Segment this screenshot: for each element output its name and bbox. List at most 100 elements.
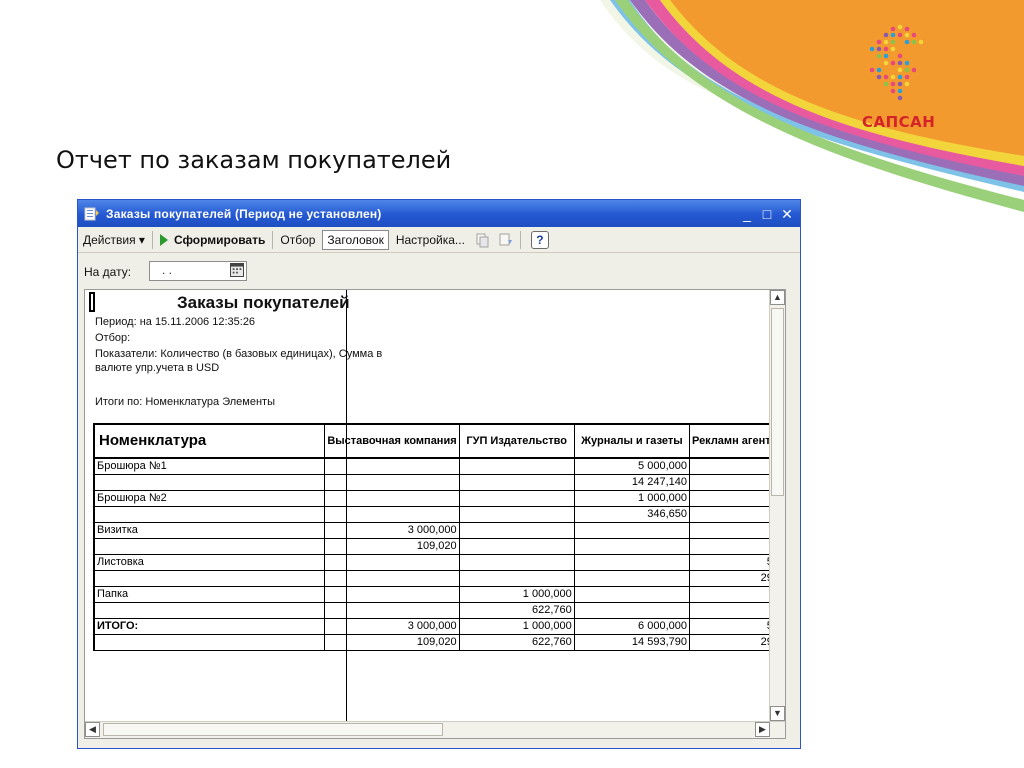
table-cell: 14 247,140	[573, 473, 690, 491]
maximize-button[interactable]: □	[758, 205, 776, 223]
table-cell	[573, 537, 690, 555]
actions-menu[interactable]: Действия ▾	[78, 230, 150, 250]
report-icon	[84, 207, 99, 220]
close-button[interactable]: ✕	[778, 205, 796, 223]
report-period: Период: на 15.11.2006 12:35:26	[95, 316, 256, 328]
column-header: Журналы и газеты	[573, 423, 690, 459]
row-label: Листовка	[93, 553, 326, 571]
toolbar-divider	[272, 230, 274, 249]
logo-text: САПСАН	[862, 113, 936, 131]
table-row: 109,020622,76014 593,79029 9	[93, 633, 785, 651]
generate-button[interactable]: Сформировать	[155, 230, 270, 250]
play-icon	[159, 233, 168, 246]
table-header-row: Номенклатура Выставочная компания ГУП Изда…	[93, 423, 785, 459]
toolbar-divider	[519, 230, 521, 249]
table-cell: 5 000,000	[573, 457, 690, 475]
table-row: Папка 1 000,000	[93, 585, 785, 603]
table-cell: 109,020	[324, 537, 460, 555]
row-label	[93, 505, 326, 523]
filter-button[interactable]: Отбор	[275, 230, 320, 250]
calendar-icon[interactable]	[230, 263, 244, 277]
row-label: Брошюра №2	[93, 489, 326, 507]
table-cell: 6 000,000	[573, 617, 690, 635]
table-row: Визитка 3 000,000	[93, 521, 785, 539]
settings-button[interactable]: Настройка...	[391, 230, 470, 250]
table-cell	[458, 569, 575, 587]
row-label: Визитка	[93, 521, 326, 539]
minimize-button[interactable]: _	[738, 205, 756, 223]
table-cell: 1 000,000	[458, 585, 575, 603]
table-cell	[458, 537, 575, 555]
report-table: Номенклатура Выставочная компания ГУП Изда…	[93, 423, 785, 651]
table-row: Листовка5 0	[93, 553, 785, 571]
table-cell	[458, 473, 575, 491]
header-toggle-button[interactable]: Заголовок	[322, 229, 389, 250]
table-cell: 622,760	[458, 601, 575, 619]
date-label: На дату:	[84, 265, 132, 279]
table-row: Брошюра №1 5 000,000	[93, 457, 785, 475]
table-row: ИТОГО:3 000,0001 000,0006 000,0005 0	[93, 617, 785, 635]
toolbar: Действия ▾ Сформировать Отбор Заголовок …	[78, 227, 800, 253]
report-title: Заказы покупателей	[177, 293, 350, 312]
copy-icon[interactable]	[474, 232, 490, 248]
table-row: 109,020	[93, 537, 785, 555]
report-filter: Отбор:	[95, 332, 131, 344]
toolbar-divider	[151, 230, 153, 249]
table-cell	[573, 601, 690, 619]
column-header: ГУП Издательство	[458, 423, 575, 459]
report-window: Заказы покупателей (Период не установлен…	[77, 199, 801, 749]
table-cell	[458, 505, 575, 523]
vertical-scroll-thumb[interactable]	[771, 308, 784, 496]
row-label: Брошюра №1	[93, 457, 326, 475]
table-cell	[324, 457, 460, 475]
table-row: 622,760	[93, 601, 785, 619]
column-header: Номенклатура	[93, 423, 326, 459]
scroll-down-button[interactable]: ▼	[770, 706, 785, 721]
table-cell	[324, 553, 460, 571]
table-cell	[324, 505, 460, 523]
horizontal-scrollbar[interactable]: ◀ ▶	[85, 721, 785, 738]
table-cell	[324, 585, 460, 603]
column-header: Выставочная компания	[324, 423, 460, 459]
table-row: Брошюра №2 1 000,000	[93, 489, 785, 507]
form-body: На дату: . . Заказы покупателей Период: …	[78, 253, 800, 748]
scroll-right-button[interactable]: ▶	[755, 722, 770, 737]
table-cell: 346,650	[573, 505, 690, 523]
table-cell: 14 593,790	[573, 633, 690, 651]
row-label	[93, 569, 326, 587]
cell-cursor	[89, 292, 95, 312]
table-cell	[458, 457, 575, 475]
table-cell: 3 000,000	[324, 617, 460, 635]
table-cell	[573, 569, 690, 587]
scroll-left-button[interactable]: ◀	[85, 722, 100, 737]
table-cell	[458, 553, 575, 571]
window-title: Заказы покупателей (Период не установлен…	[106, 206, 382, 221]
table-cell	[458, 521, 575, 539]
table-row: 14 247,140	[93, 473, 785, 491]
report-indicators-cont: валюте упр.учета в USD	[95, 362, 220, 374]
scroll-up-button[interactable]: ▲	[770, 290, 785, 305]
table-cell	[324, 569, 460, 587]
report-indicators: Показатели: Количество (в базовых единиц…	[95, 348, 383, 360]
table-cell	[324, 489, 460, 507]
horizontal-scroll-thumb[interactable]	[103, 723, 443, 736]
table-cell: 1 000,000	[458, 617, 575, 635]
vertical-scrollbar[interactable]: ▲ ▼	[769, 290, 785, 722]
report-sheet[interactable]: Заказы покупателей Период: на 15.11.2006…	[84, 289, 786, 739]
row-label	[93, 601, 326, 619]
table-cell	[324, 473, 460, 491]
help-icon[interactable]: ?	[530, 230, 549, 249]
row-label	[93, 537, 326, 555]
export-icon[interactable]	[498, 232, 514, 248]
table-cell: 1 000,000	[573, 489, 690, 507]
table-cell	[324, 601, 460, 619]
window-titlebar[interactable]: Заказы покупателей (Период не установлен…	[78, 200, 800, 227]
report-totals-by: Итоги по: Номенклатура Элементы	[95, 396, 275, 408]
table-cell	[458, 489, 575, 507]
table-cell: 109,020	[324, 633, 460, 651]
row-label	[93, 473, 326, 491]
row-label: Папка	[93, 585, 326, 603]
table-cell: 3 000,000	[324, 521, 460, 539]
table-cell	[573, 553, 690, 571]
table-cell	[573, 521, 690, 539]
